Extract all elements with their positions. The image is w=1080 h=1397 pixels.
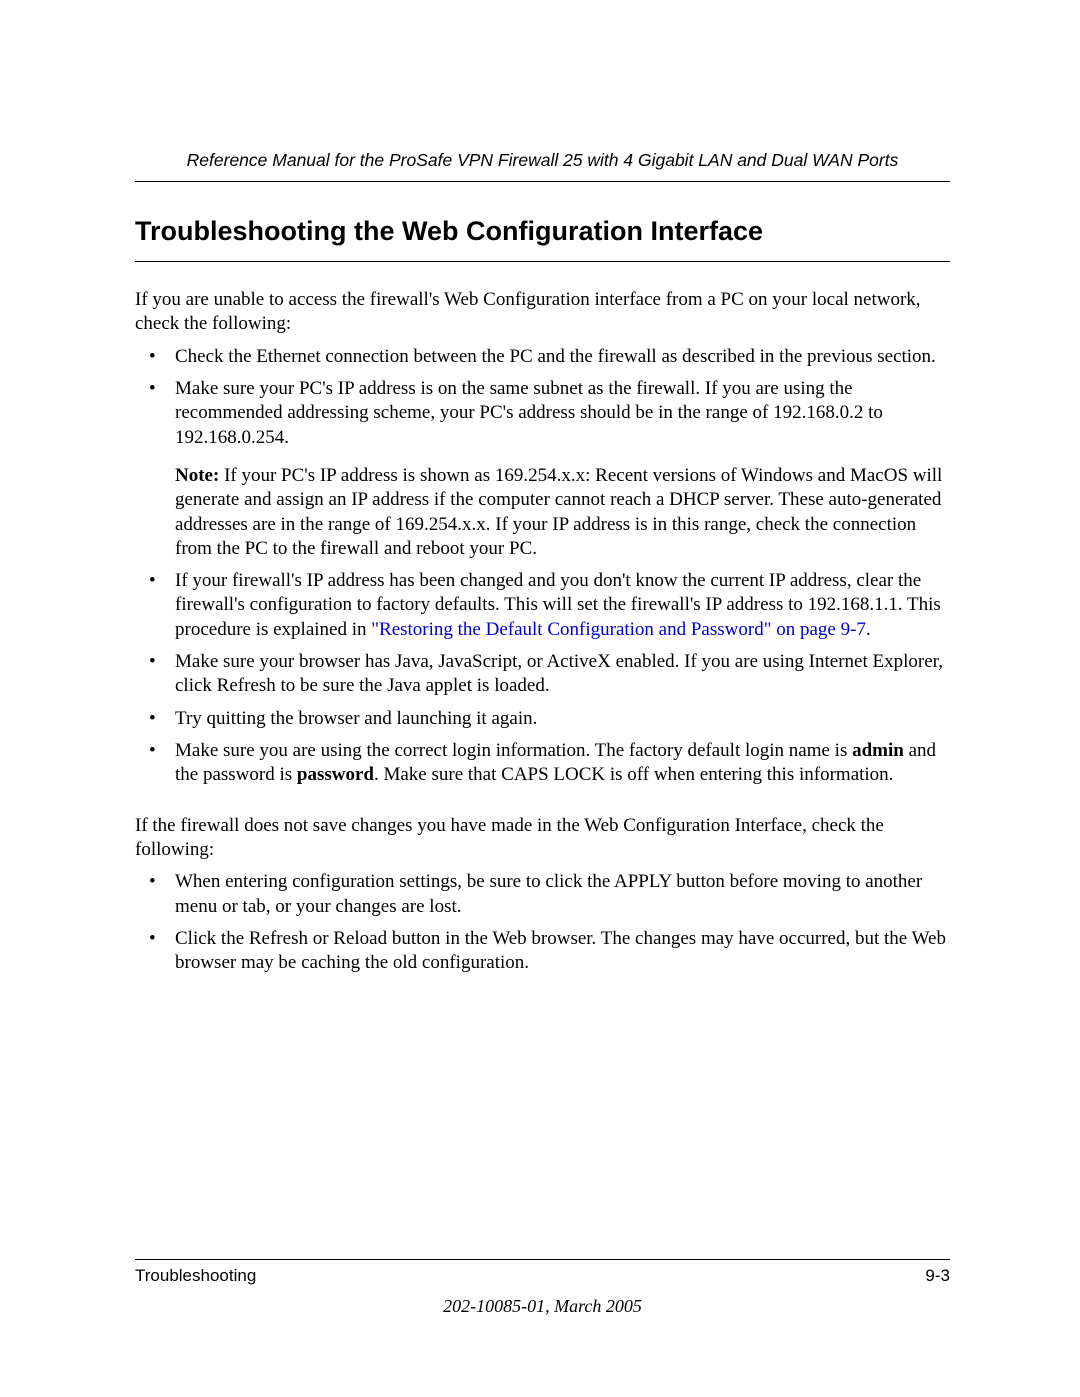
- bullet-text-post: . Make sure that CAPS LOCK is off when e…: [374, 764, 893, 785]
- document-page: Reference Manual for the ProSafe VPN Fir…: [0, 0, 1080, 1397]
- bullet-text: When entering configuration settings, be…: [175, 871, 922, 916]
- page-footer: Troubleshooting 9-3 202-10085-01, March …: [135, 1259, 950, 1317]
- admin-text: admin: [852, 740, 904, 761]
- cross-reference-link[interactable]: "Restoring the Default Configuration and…: [371, 619, 866, 640]
- list-item: Make sure you are using the correct logi…: [135, 739, 950, 788]
- list-item: If your firewall's IP address has been c…: [135, 569, 950, 642]
- list-item: Click the Refresh or Reload button in th…: [135, 927, 950, 976]
- paragraph-2: If the firewall does not save changes yo…: [135, 814, 950, 863]
- footer-chapter: Troubleshooting: [135, 1266, 256, 1286]
- bullet-text: Click the Refresh or Reload button in th…: [175, 928, 946, 973]
- bullet-text: Try quitting the browser and launching i…: [175, 708, 537, 729]
- list-item: Check the Ethernet connection between th…: [135, 345, 950, 369]
- intro-paragraph: If you are unable to access the firewall…: [135, 288, 950, 337]
- list-item: Try quitting the browser and launching i…: [135, 707, 950, 731]
- footer-rule: [135, 1259, 950, 1260]
- bullet-text: Make sure your browser has Java, JavaScr…: [175, 651, 943, 696]
- bullet-text: Make sure your PC's IP address is on the…: [175, 378, 883, 448]
- bullet-text-pre: Make sure you are using the correct logi…: [175, 740, 852, 761]
- footer-docid: 202-10085-01, March 2005: [135, 1296, 950, 1317]
- bullet-text-post: .: [866, 619, 871, 640]
- running-head: Reference Manual for the ProSafe VPN Fir…: [135, 150, 950, 182]
- list-item: Make sure your browser has Java, JavaScr…: [135, 650, 950, 699]
- bullet-text: Check the Ethernet connection between th…: [175, 346, 936, 367]
- section-title: Troubleshooting the Web Configuration In…: [135, 216, 950, 262]
- footer-page-number: 9-3: [925, 1266, 950, 1286]
- note-text: If your PC's IP address is shown as 169.…: [175, 465, 942, 559]
- list-item: When entering configuration settings, be…: [135, 870, 950, 919]
- password-text: password: [297, 764, 374, 785]
- footer-line: Troubleshooting 9-3: [135, 1266, 950, 1286]
- bullet-list-2: When entering configuration settings, be…: [135, 870, 950, 975]
- bullet-list-1: Check the Ethernet connection between th…: [135, 345, 950, 788]
- note-paragraph: Note: If your PC's IP address is shown a…: [175, 464, 950, 561]
- list-item: Make sure your PC's IP address is on the…: [135, 377, 950, 561]
- note-label: Note:: [175, 465, 219, 486]
